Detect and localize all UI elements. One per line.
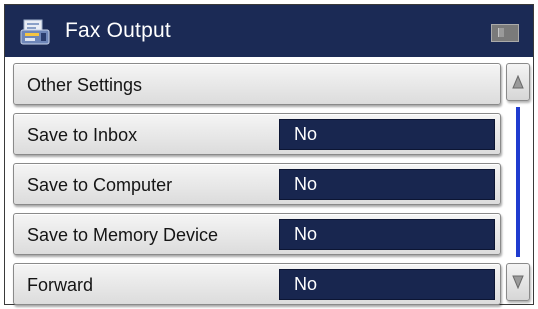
scroll-down-arrow-icon <box>512 275 524 289</box>
scroll-down-button[interactable] <box>506 263 530 301</box>
page-title: Fax Output <box>65 19 171 42</box>
save-to-inbox-label: Save to Inbox <box>27 125 138 145</box>
save-to-computer-row[interactable]: Save to Computer No <box>13 163 501 205</box>
other-settings-label: Other Settings <box>27 75 143 95</box>
save-to-computer-value[interactable]: No <box>279 169 495 200</box>
save-to-memory-device-row[interactable]: Save to Memory Device No <box>13 213 501 255</box>
forward-value[interactable]: No <box>279 269 495 300</box>
other-settings-button[interactable]: Other Settings <box>13 63 501 105</box>
fax-output-screen: Fax Output Other Settings Save to Inbox … <box>4 4 534 305</box>
forward-row[interactable]: Forward No <box>13 263 501 305</box>
save-to-memory-device-value[interactable]: No <box>279 219 495 250</box>
scroll-up-button[interactable] <box>506 63 530 101</box>
save-to-inbox-value[interactable]: No <box>279 119 495 150</box>
save-to-computer-label: Save to Computer <box>27 175 173 195</box>
title-bar: Fax Output <box>5 5 533 57</box>
status-indicator-icon <box>491 24 519 42</box>
scroll-up-arrow-icon <box>512 75 524 89</box>
scroll-thumb[interactable] <box>516 107 520 257</box>
scrollbar[interactable] <box>506 63 530 301</box>
fax-output-icon <box>19 18 51 46</box>
save-to-inbox-row[interactable]: Save to Inbox No <box>13 113 501 155</box>
forward-label: Forward <box>27 275 94 295</box>
save-to-memory-device-label: Save to Memory Device <box>27 225 219 245</box>
